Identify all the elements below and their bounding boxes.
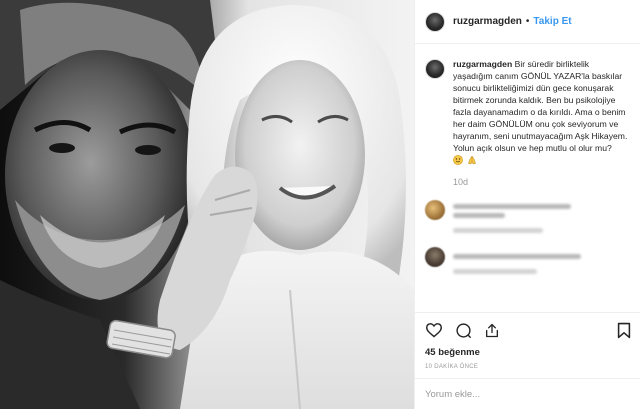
caption-text: Bir süredir birliktelik yaşadığım canım … [453, 59, 628, 153]
header-username[interactable]: ruzgarmagden [453, 16, 522, 27]
caption-avatar[interactable] [425, 59, 445, 79]
comment-input[interactable] [425, 388, 625, 400]
action-icons [425, 319, 631, 341]
avatar[interactable] [425, 11, 445, 32]
blurred-comment [453, 247, 581, 274]
smiling-face-icon [453, 155, 463, 165]
bookmark-icon[interactable] [617, 322, 631, 339]
folded-hands-icon [468, 155, 477, 165]
blurred-comment [453, 200, 571, 233]
caption-time: 10d [453, 177, 469, 187]
list-item [425, 200, 633, 233]
add-comment-bar [415, 378, 640, 409]
caption: ruzgarmagden Bir süredir birliktelik yaş… [425, 58, 633, 188]
commenter-avatar [425, 247, 445, 267]
post-actions: 45 beğenme 10 DAKİKA ÖNCE [415, 312, 640, 370]
post-header: ruzgarmagden • Takip Et [415, 0, 640, 44]
comment-icon[interactable] [455, 322, 472, 339]
header-separator: • [525, 16, 530, 27]
list-item [425, 247, 633, 274]
comments-section: ruzgarmagden Bir süredir birliktelik yaş… [415, 58, 640, 312]
likes-count[interactable]: 45 beğenme [425, 347, 631, 358]
post-sidebar: ruzgarmagden • Takip Et ruzgarmagden Bir… [414, 0, 640, 409]
share-icon[interactable] [484, 322, 500, 339]
heart-icon[interactable] [425, 322, 443, 338]
caption-username[interactable]: ruzgarmagden [453, 59, 512, 69]
follow-button[interactable]: Takip Et [533, 16, 571, 27]
photo-illustration [0, 0, 414, 409]
post-timestamp: 10 DAKİKA ÖNCE [425, 364, 479, 370]
caption-body: ruzgarmagden Bir süredir birliktelik yaş… [453, 58, 631, 188]
commenter-avatar [425, 200, 445, 220]
post-photo[interactable] [0, 0, 414, 409]
